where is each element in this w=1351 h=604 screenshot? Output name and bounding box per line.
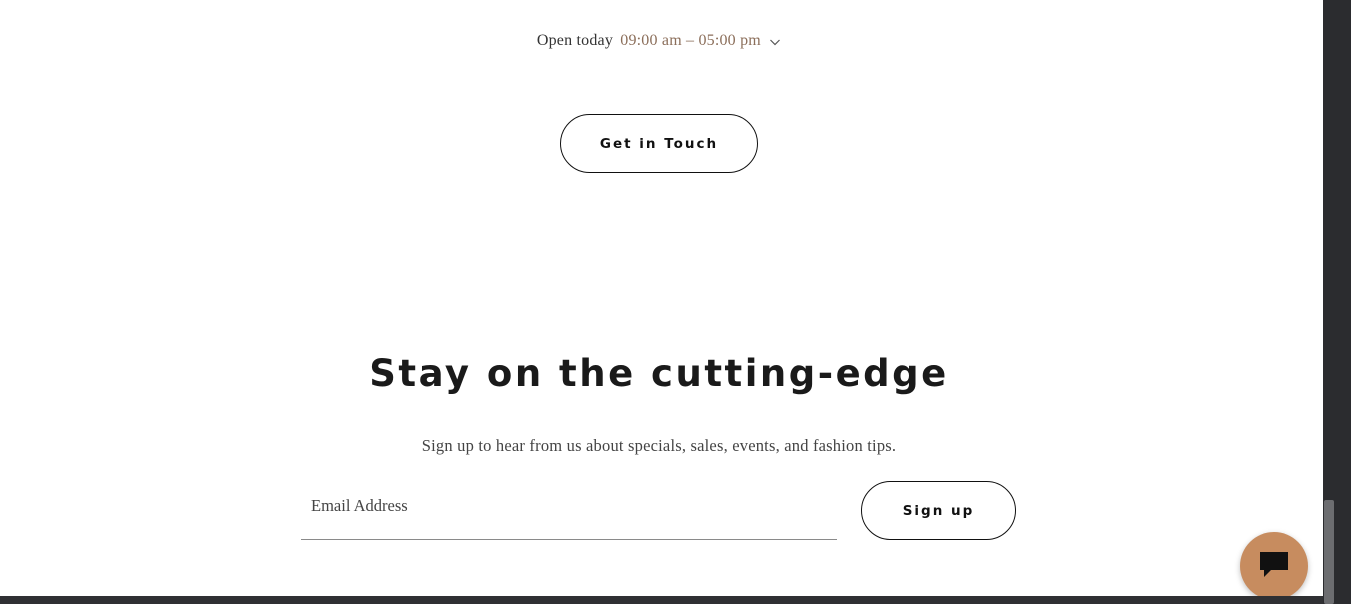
window-bottom-edge — [0, 596, 1323, 604]
get-in-touch-button[interactable]: Get in Touch — [560, 114, 758, 173]
hours-label: Open today — [536, 32, 614, 49]
email-field[interactable] — [301, 486, 837, 539]
newsletter-subtext: Sign up to hear from us about specials, … — [421, 436, 897, 455]
opening-hours[interactable]: Open today 09:00 am – 05:00 pm — [0, 32, 1318, 50]
chevron-down-icon[interactable] — [769, 35, 781, 47]
chat-bubble-icon — [1257, 549, 1291, 584]
sign-up-button[interactable]: Sign up — [861, 481, 1016, 540]
chat-launcher-button[interactable] — [1240, 532, 1308, 600]
email-field-container — [301, 486, 837, 540]
scrollbar-thumb[interactable] — [1324, 500, 1334, 604]
page: Open today 09:00 am – 05:00 pm Get in To… — [0, 0, 1323, 596]
newsletter-heading: Stay on the cutting-edge — [369, 352, 949, 395]
hours-time: 09:00 am – 05:00 pm — [620, 32, 761, 49]
